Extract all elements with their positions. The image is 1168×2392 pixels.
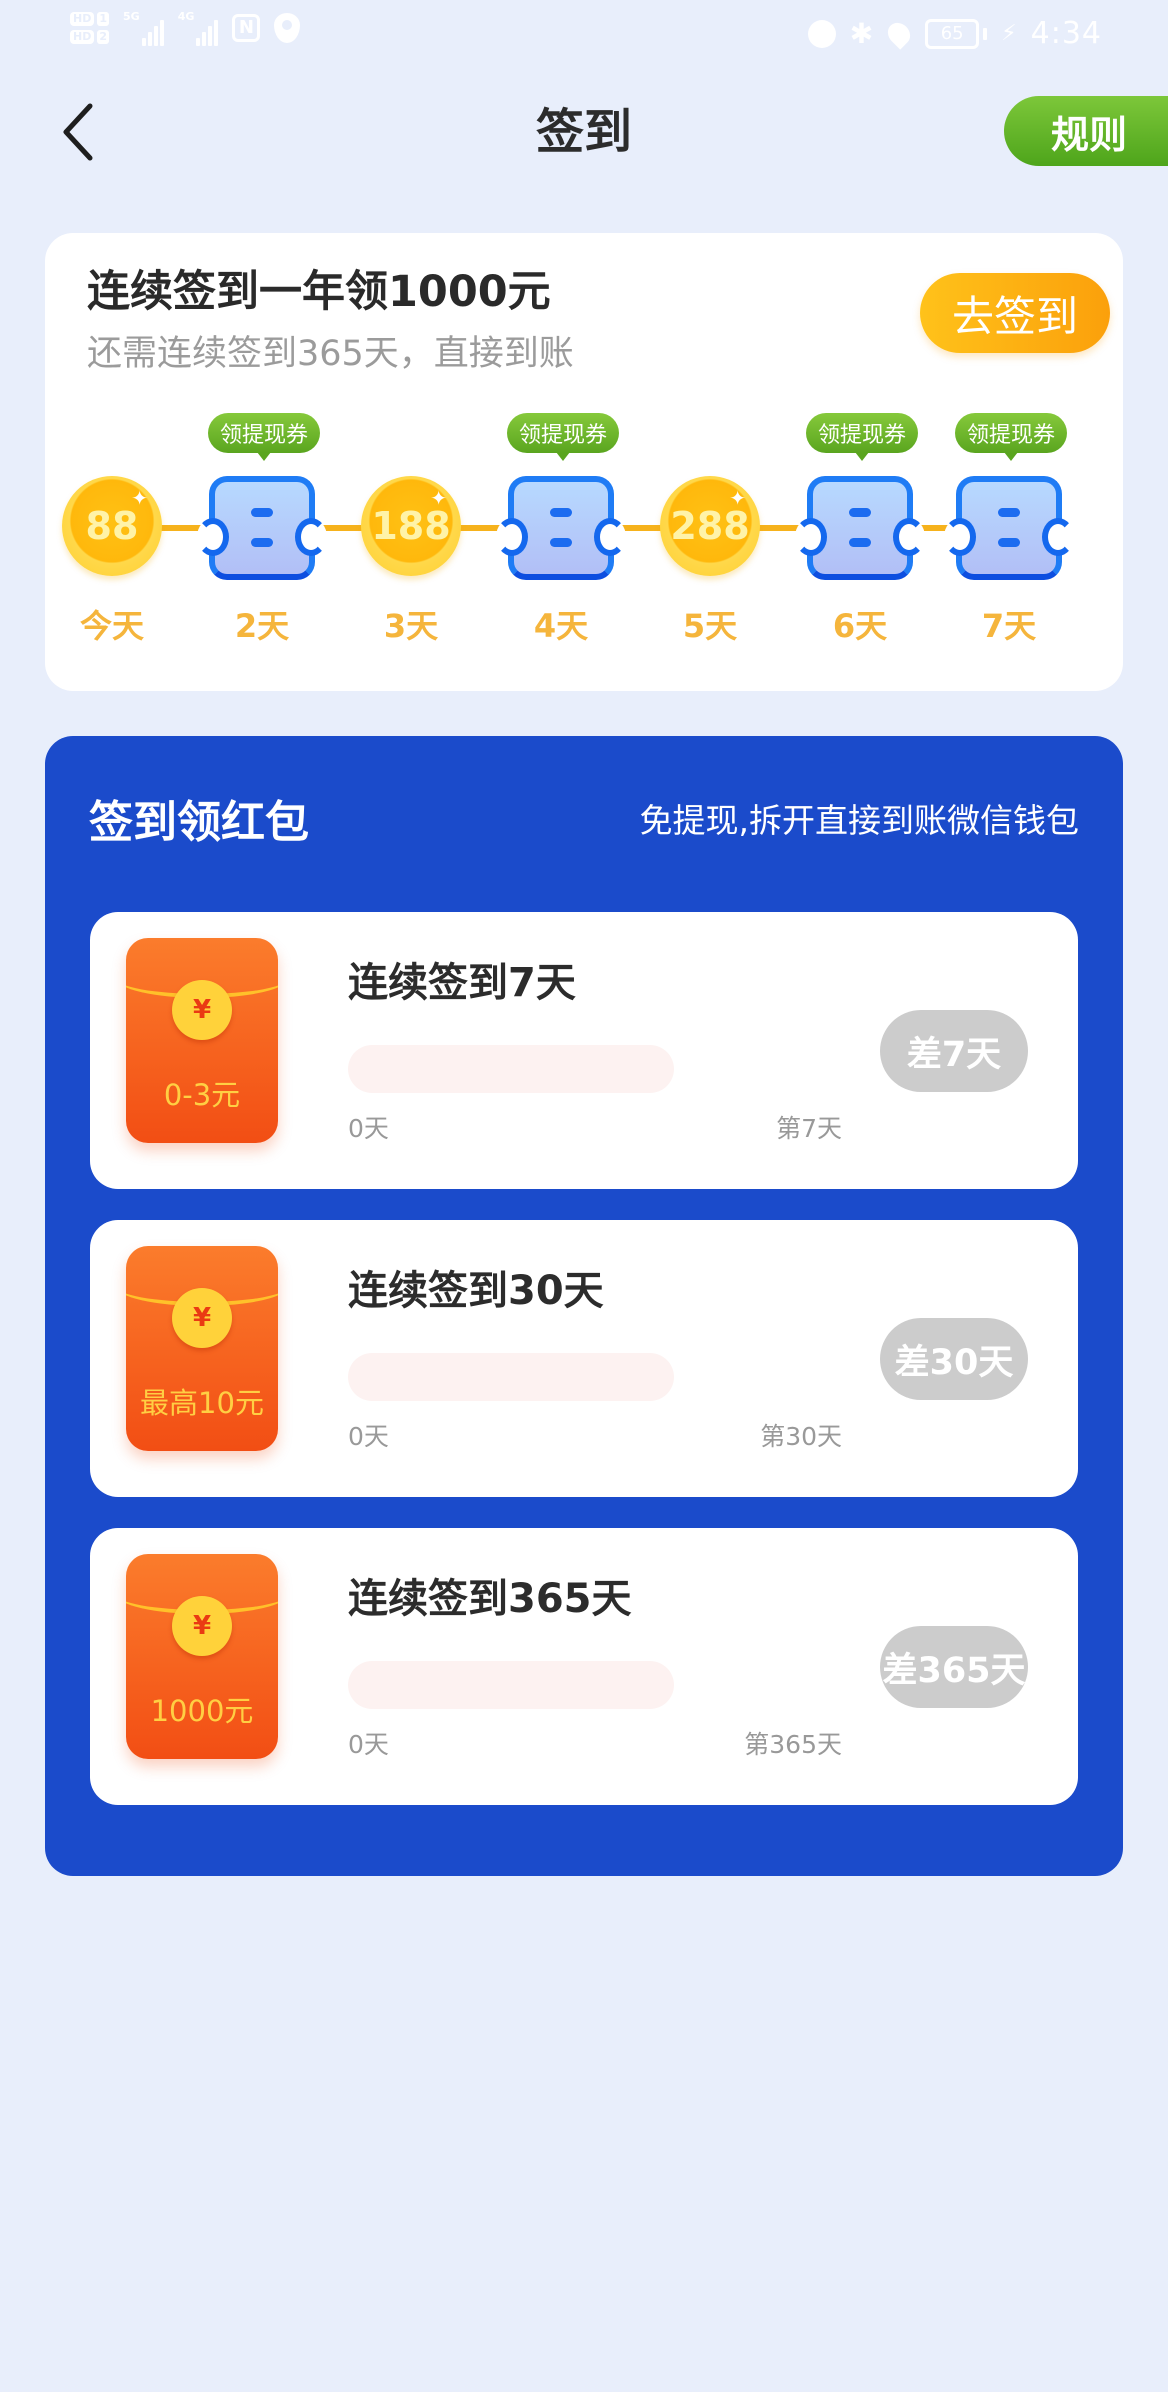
- voucher-ticket-icon: [944, 476, 1074, 580]
- day-label: 5天: [682, 607, 738, 645]
- withdraw-voucher-tag: 领提现券: [955, 413, 1067, 461]
- progress-end-label: 第30天: [760, 1422, 842, 1451]
- privacy-shield-icon: [274, 13, 301, 43]
- voucher-ticket-icon: [197, 476, 327, 580]
- battery-level: 65: [940, 22, 964, 44]
- timeline-day[interactable]: 领提现券 4天: [491, 233, 631, 691]
- envelope-amount: 最高10元: [140, 1386, 264, 1420]
- day-label: 4天: [533, 607, 589, 645]
- progress-end-label: 第365天: [744, 1730, 842, 1759]
- ticket-dash: [550, 508, 572, 517]
- progress-start-label: 0天: [348, 1422, 389, 1451]
- yuan-coin-icon: ¥: [172, 1596, 232, 1656]
- redpack-section: 签到领红包 免提现,拆开直接到账微信钱包 ¥ 0-3元 连续签到7天 0天 第7…: [45, 736, 1123, 1876]
- envelope-amount: 1000元: [150, 1694, 254, 1728]
- task-card: ¥ 1000元 连续签到365天 0天 第365天 差365天: [90, 1528, 1078, 1805]
- ticket-dash: [998, 508, 1020, 517]
- progress-bar: [348, 1045, 674, 1093]
- progress-start-label: 0天: [348, 1114, 389, 1143]
- alarm-icon: [807, 19, 836, 48]
- ticket-dash: [251, 508, 273, 517]
- status-right: ✱ 65 ⚡ 4:34: [807, 16, 1102, 51]
- task-card: ¥ 最高10元 连续签到30天 0天 第30天 差30天: [90, 1220, 1078, 1497]
- ticket-dash: [998, 538, 1020, 547]
- withdraw-voucher-tag: 领提现券: [507, 413, 619, 461]
- task-title: 连续签到30天: [348, 1268, 604, 1314]
- page-title: 签到: [535, 104, 632, 160]
- network-type: 4G: [177, 10, 195, 23]
- day-label: 2天: [234, 607, 290, 645]
- progress-start-label: 0天: [348, 1730, 389, 1759]
- progress-end-label: 第7天: [776, 1114, 842, 1143]
- sim1-indicator: HD 1: [70, 12, 109, 26]
- timeline-day[interactable]: 领提现券 7天: [939, 233, 1079, 691]
- timeline-day[interactable]: 188 ✦ 3天: [341, 233, 481, 691]
- sim-number: 1: [97, 12, 109, 26]
- timeline-day[interactable]: 领提现券 6天: [790, 233, 930, 691]
- progress-bar: [348, 1353, 674, 1401]
- day-label: 7天: [981, 607, 1037, 645]
- status-bar: HD 1 HD 2 5G 4G N ✱ 65 ⚡ 4:34: [0, 0, 1168, 70]
- clock: 4:34: [1030, 16, 1102, 51]
- red-envelope-icon: ¥ 最高10元: [126, 1246, 278, 1451]
- day-label: 3天: [383, 607, 439, 645]
- signal-4g-icon: 4G: [178, 10, 219, 46]
- voucher-ticket-icon: [496, 476, 626, 580]
- days-remaining-button[interactable]: 差7天: [880, 1010, 1028, 1092]
- coin-reward-icon: 188 ✦: [361, 476, 461, 576]
- task-title: 连续签到365天: [348, 1576, 632, 1622]
- coin-reward-icon: 288 ✦: [660, 476, 760, 576]
- battery-tip: [983, 27, 988, 40]
- timeline-day[interactable]: 288 ✦ 5天: [640, 233, 780, 691]
- hd-icon: HD: [70, 30, 95, 44]
- nfc-icon: N: [232, 14, 261, 42]
- sim2-indicator: HD 2: [70, 30, 109, 44]
- task-card: ¥ 0-3元 连续签到7天 0天 第7天 差7天: [90, 912, 1078, 1189]
- sim-indicators: HD 1 HD 2: [70, 12, 109, 44]
- yuan-coin-icon: ¥: [172, 1288, 232, 1348]
- signal-5g-icon: 5G: [123, 10, 164, 46]
- withdraw-voucher-tag: 领提现券: [806, 413, 918, 461]
- sparkle-icon: ✦: [729, 486, 746, 510]
- progress-bar: [348, 1661, 674, 1709]
- day-label: 今天: [79, 607, 144, 645]
- ticket-dash: [849, 538, 871, 547]
- location-icon: [883, 17, 915, 50]
- yuan-coin-icon: ¥: [172, 980, 232, 1040]
- days-remaining-button[interactable]: 差30天: [880, 1318, 1028, 1400]
- network-type: 5G: [123, 10, 140, 23]
- coin-value: 188: [371, 504, 451, 548]
- timeline-day[interactable]: 领提现券 2天: [192, 233, 332, 691]
- rules-button[interactable]: 规则: [1004, 96, 1168, 166]
- timeline-day[interactable]: 88 ✦ 今天: [42, 233, 182, 691]
- signin-timeline: 88 ✦ 今天 领提现券 2天 188 ✦ 3天 领提现券 4天 288 ✦ 5天领…: [45, 233, 1123, 691]
- ticket-dash: [550, 538, 572, 547]
- red-envelope-icon: ¥ 1000元: [126, 1554, 278, 1759]
- sparkle-icon: ✦: [131, 486, 148, 510]
- status-left: HD 1 HD 2 5G 4G N: [70, 10, 301, 46]
- coin-value: 288: [670, 504, 750, 548]
- sparkle-icon: ✦: [430, 486, 447, 510]
- day-label: 6天: [832, 607, 888, 645]
- redpack-title: 签到领红包: [89, 797, 309, 848]
- voucher-ticket-icon: [795, 476, 925, 580]
- sim-number: 2: [97, 30, 109, 44]
- ticket-dash: [849, 508, 871, 517]
- task-title: 连续签到7天: [348, 960, 576, 1006]
- envelope-amount: 0-3元: [163, 1078, 241, 1112]
- battery-icon: 65: [925, 18, 980, 49]
- ticket-dash: [251, 538, 273, 547]
- bluetooth-icon: ✱: [849, 16, 874, 50]
- signin-card: 连续签到一年领1000元 还需连续签到365天，直接到账 去签到 88 ✦ 今天…: [45, 233, 1123, 691]
- hd-icon: HD: [70, 12, 95, 26]
- redpack-subtitle: 免提现,拆开直接到账微信钱包: [639, 801, 1080, 840]
- withdraw-voucher-tag: 领提现券: [208, 413, 320, 461]
- coin-value: 88: [85, 504, 139, 548]
- red-envelope-icon: ¥ 0-3元: [126, 938, 278, 1143]
- charging-icon: ⚡: [1001, 21, 1017, 46]
- coin-reward-icon: 88 ✦: [62, 476, 162, 576]
- days-remaining-button[interactable]: 差365天: [880, 1626, 1028, 1708]
